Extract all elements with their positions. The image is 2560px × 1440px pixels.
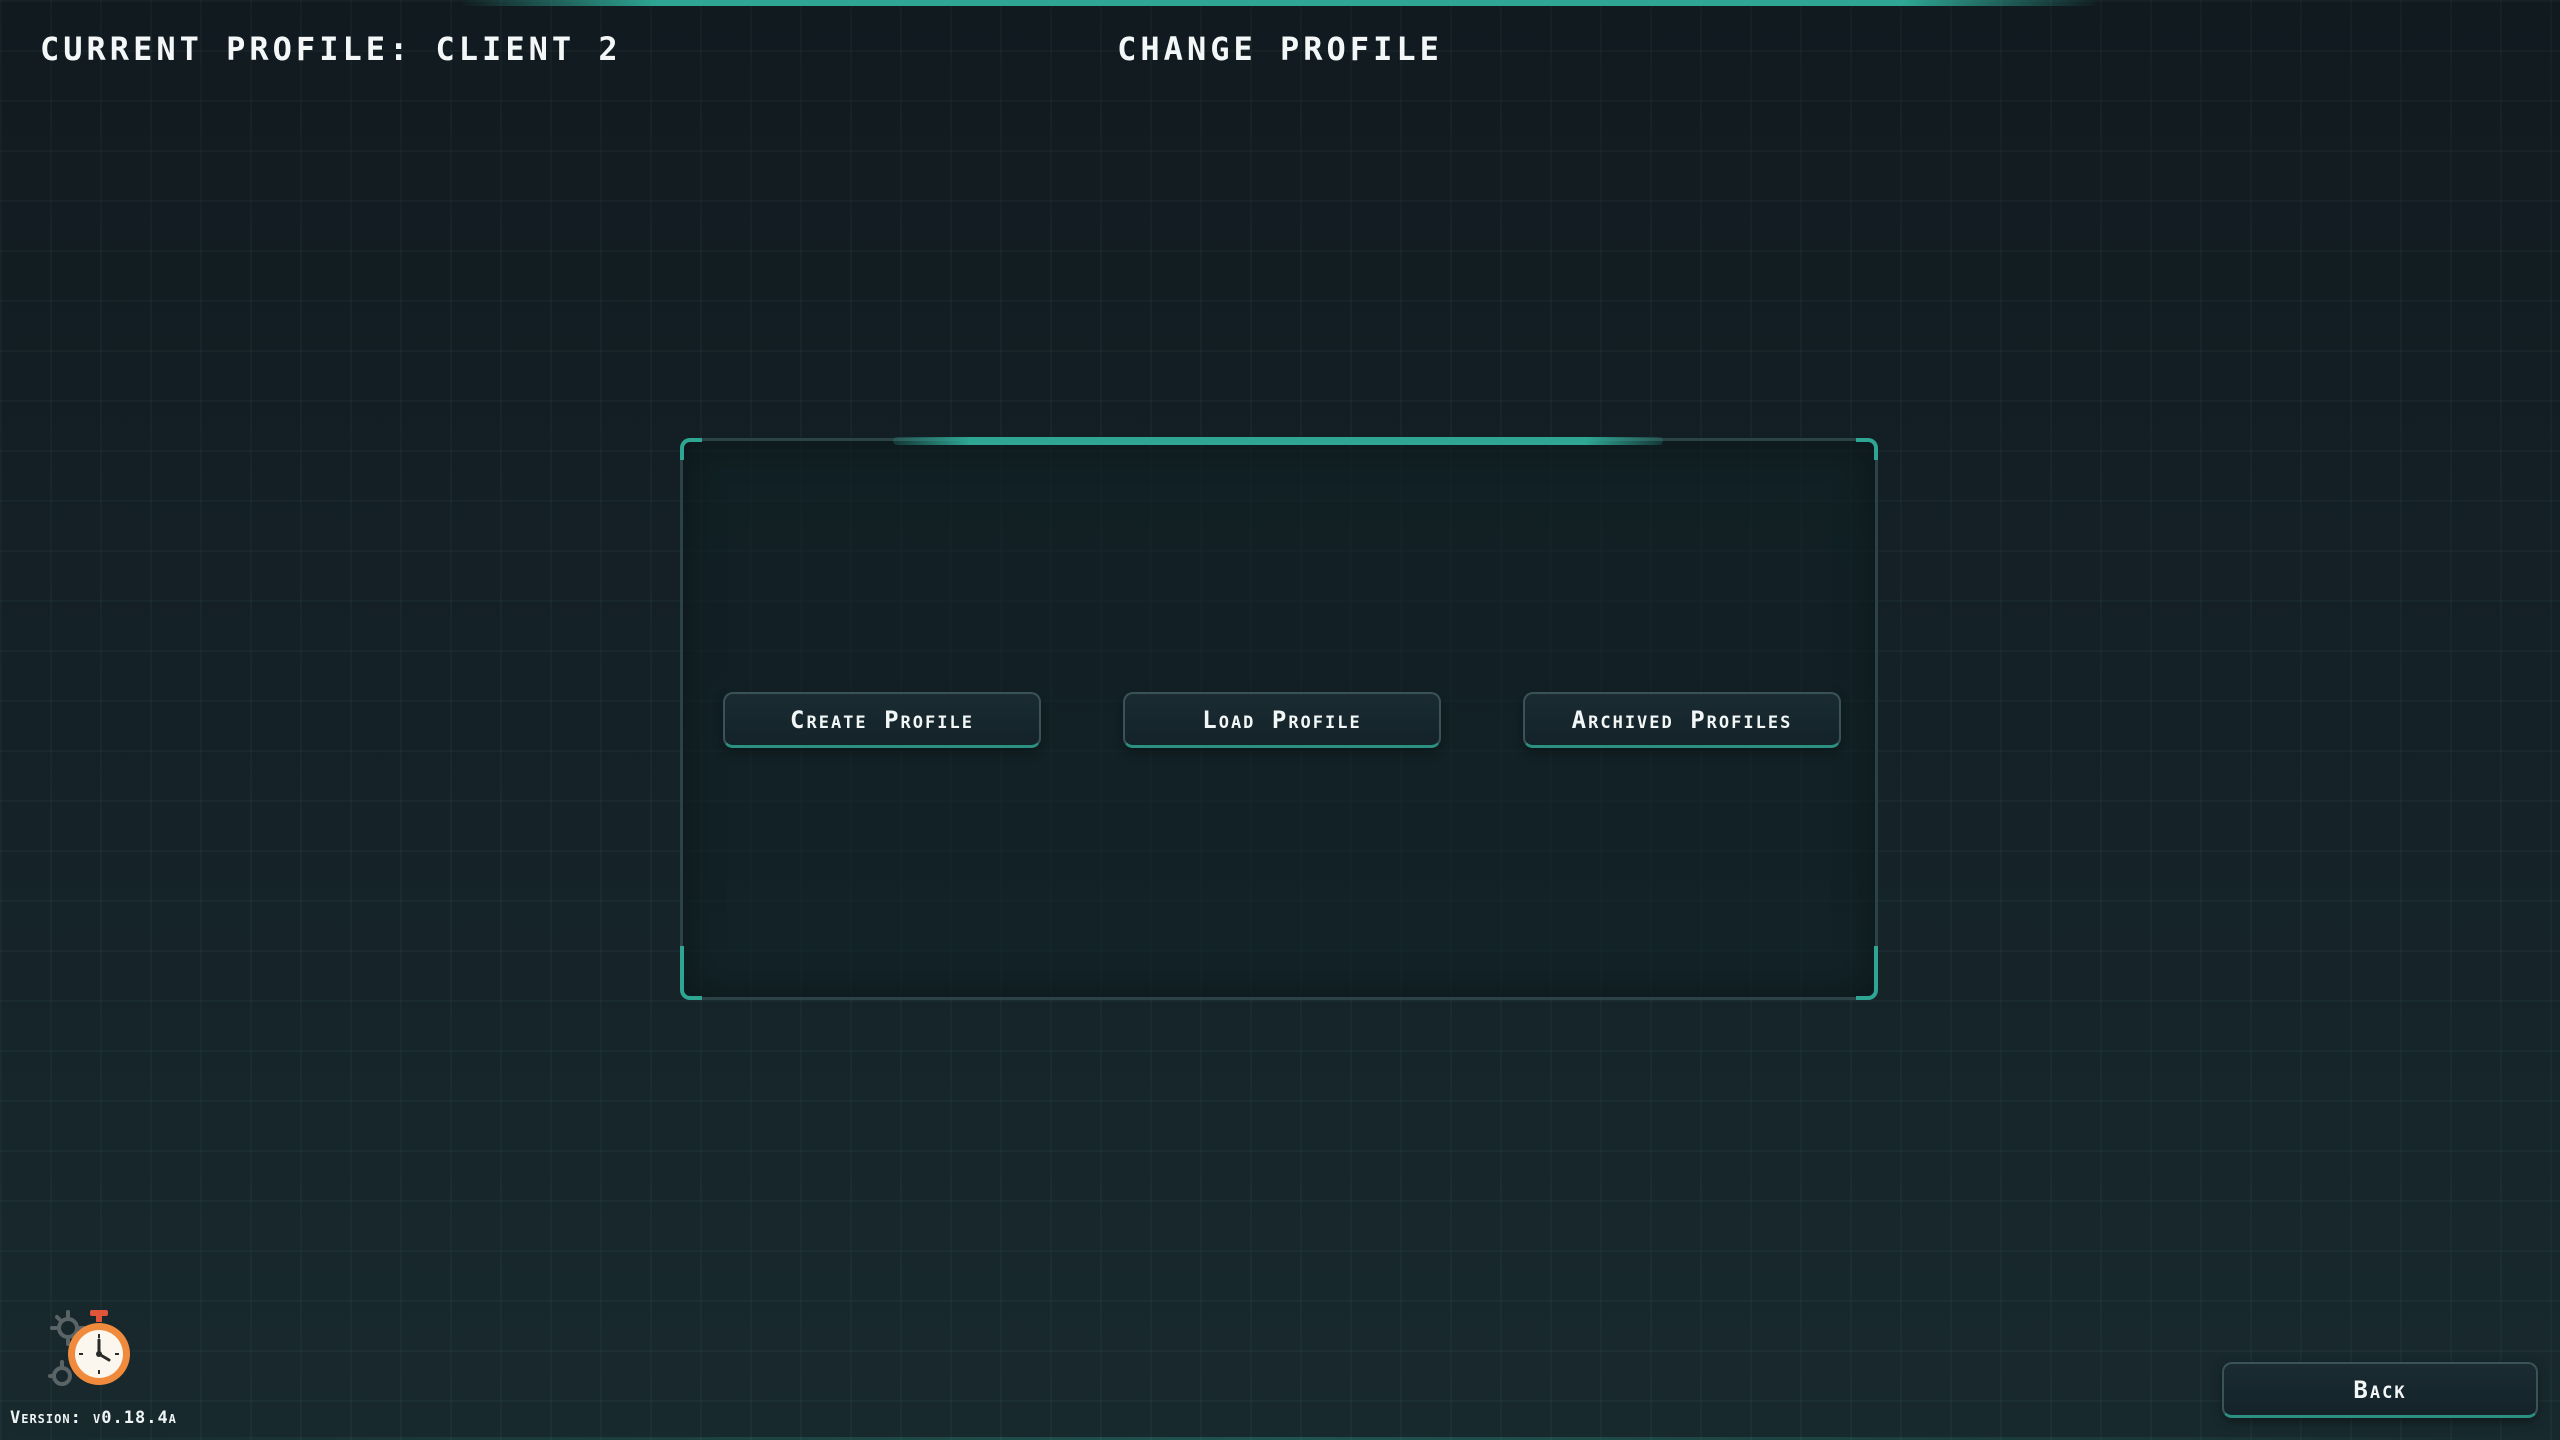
panel-top-accent: [893, 437, 1663, 445]
create-profile-button[interactable]: Create Profile: [723, 692, 1041, 748]
version-label: Version: v0.18.4a: [10, 1408, 177, 1428]
back-button[interactable]: Back: [2222, 1362, 2538, 1418]
panel-corner: [680, 438, 702, 460]
panel-corner: [1856, 438, 1878, 460]
stopwatch-gears-icon: [46, 1306, 136, 1396]
panel-corner: [680, 946, 702, 1000]
panel-corner: [1856, 946, 1878, 1000]
top-accent-bar: [460, 0, 2100, 6]
load-profile-button[interactable]: Load Profile: [1123, 692, 1441, 748]
profile-panel: Create Profile Load Profile Archived Pro…: [680, 437, 1878, 1000]
archived-profiles-button[interactable]: Archived Profiles: [1523, 692, 1841, 748]
page-title: Change Profile: [1117, 30, 1443, 68]
